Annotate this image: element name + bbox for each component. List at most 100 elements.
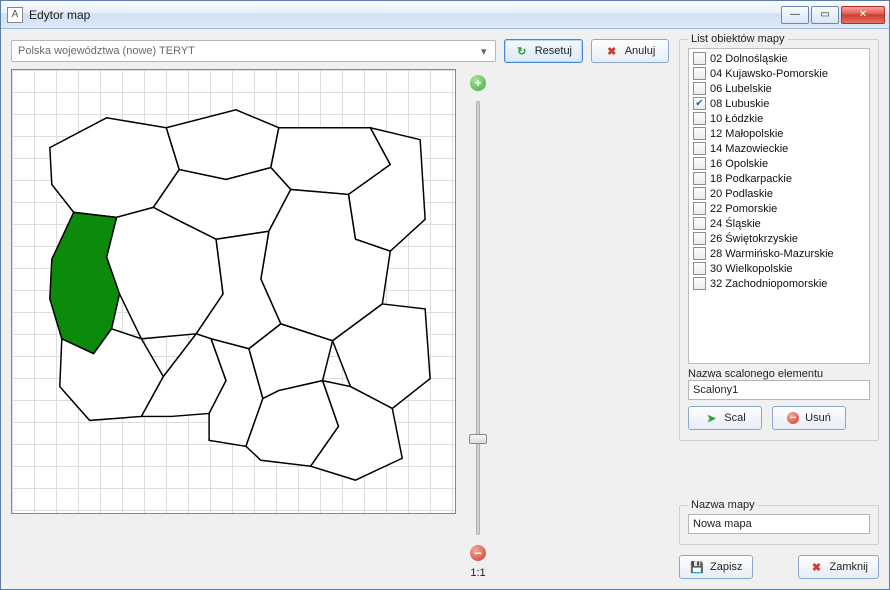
list-item[interactable]: 22 Pomorskie — [691, 201, 867, 216]
map-svg — [12, 70, 455, 513]
list-item-label: 22 Pomorskie — [710, 203, 777, 215]
zoom-out-button[interactable]: − — [470, 545, 486, 561]
checkbox[interactable] — [693, 187, 706, 200]
chevron-down-icon: ▾ — [477, 44, 491, 58]
checkbox[interactable] — [693, 202, 706, 215]
checkbox[interactable] — [693, 217, 706, 230]
app-icon: A — [7, 7, 23, 23]
list-item[interactable]: 28 Warmińsko-Mazurskie — [691, 246, 867, 261]
list-item-label: 06 Lubelskie — [710, 83, 772, 95]
list-item-label: 02 Dolnośląskie — [710, 53, 788, 65]
list-item-label: 08 Lubuskie — [710, 98, 769, 110]
merge-icon: ➤ — [704, 411, 718, 425]
list-item[interactable]: 06 Lubelskie — [691, 81, 867, 96]
map-name-groupbox: Nazwa mapy Nowa mapa — [679, 505, 879, 545]
zoom-column: + − 1:1 — [464, 69, 492, 579]
right-column: List obiektów mapy 02 Dolnośląskie04 Kuj… — [679, 39, 879, 579]
checkbox[interactable] — [693, 112, 706, 125]
zoom-slider-thumb[interactable] — [469, 434, 487, 444]
close-button[interactable]: ✖ Zamknij — [798, 555, 879, 579]
checkbox[interactable] — [693, 277, 706, 290]
titlebar: A Edytor map — ▭ ✕ — [1, 1, 889, 29]
list-item[interactable]: 26 Świętokrzyskie — [691, 231, 867, 246]
list-item-label: 04 Kujawsko-Pomorskie — [710, 68, 828, 80]
list-item[interactable]: 18 Podkarpackie — [691, 171, 867, 186]
checkbox[interactable] — [693, 247, 706, 260]
list-item[interactable]: 04 Kujawsko-Pomorskie — [691, 66, 867, 81]
merge-button-label: Scal — [724, 412, 745, 424]
maximize-icon: ▭ — [820, 9, 829, 20]
maximize-button[interactable]: ▭ — [811, 6, 839, 24]
checkbox[interactable] — [693, 232, 706, 245]
list-item-label: 24 Śląskie — [710, 218, 761, 230]
list-item[interactable]: 10 Łódzkie — [691, 111, 867, 126]
delete-button-label: Usuń — [805, 412, 831, 424]
minimize-icon: — — [790, 9, 800, 20]
save-button-label: Zapisz — [710, 561, 742, 573]
list-item-label: 10 Łódzkie — [710, 113, 763, 125]
list-item-label: 18 Podkarpackie — [710, 173, 792, 185]
map-source-value: Polska województwa (nowe) TERYT — [18, 45, 195, 57]
content-area: Polska województwa (nowe) TERYT ▾ ↻ Rese… — [1, 29, 889, 589]
save-icon: 💾 — [690, 560, 704, 574]
window-title: Edytor map — [29, 8, 781, 22]
cancel-button[interactable]: ✖ Anuluj — [591, 39, 669, 63]
checkbox[interactable]: ✔ — [693, 97, 706, 110]
delete-button[interactable]: − Usuń — [772, 406, 846, 430]
list-item[interactable]: ✔ 08 Lubuskie — [691, 96, 867, 111]
checkbox[interactable] — [693, 127, 706, 140]
left-column: Polska województwa (nowe) TERYT ▾ ↻ Rese… — [11, 39, 669, 579]
list-item-label: 32 Zachodniopomorskie — [710, 278, 827, 290]
close-button-icon: ✖ — [809, 560, 823, 574]
list-item[interactable]: 32 Zachodniopomorskie — [691, 276, 867, 291]
list-item-label: 20 Podlaskie — [710, 188, 773, 200]
reset-label: Resetuj — [535, 45, 572, 57]
map-name-input[interactable]: Nowa mapa — [688, 514, 870, 534]
checkbox[interactable] — [693, 142, 706, 155]
cancel-icon: ✖ — [605, 44, 619, 58]
list-item-label: 26 Świętokrzyskie — [710, 233, 798, 245]
list-item[interactable]: 16 Opolskie — [691, 156, 867, 171]
list-item-label: 28 Warmińsko-Mazurskie — [710, 248, 834, 260]
zoom-in-button[interactable]: + — [470, 75, 486, 91]
checkbox[interactable] — [693, 67, 706, 80]
close-button-label: Zamknij — [829, 561, 868, 573]
objects-groupbox: List obiektów mapy 02 Dolnośląskie04 Kuj… — [679, 39, 879, 441]
map-canvas[interactable] — [11, 69, 456, 514]
objects-checklist[interactable]: 02 Dolnośląskie 04 Kujawsko-Pomorskie 06 L… — [688, 48, 870, 364]
bottom-right-area: Nazwa mapy Nowa mapa 💾 Zapisz ✖ Zamknij — [679, 505, 879, 579]
list-item[interactable]: 30 Wielkopolskie — [691, 261, 867, 276]
zoom-slider[interactable] — [476, 101, 480, 535]
window-root: A Edytor map — ▭ ✕ Polska województwa (n… — [0, 0, 890, 590]
map-name-legend: Nazwa mapy — [688, 499, 758, 511]
checkbox[interactable] — [693, 52, 706, 65]
zoom-ratio-label: 1:1 — [470, 567, 485, 579]
reset-icon: ↻ — [515, 44, 529, 58]
reset-button[interactable]: ↻ Resetuj — [504, 39, 583, 63]
list-item-label: 16 Opolskie — [710, 158, 768, 170]
list-item[interactable]: 14 Mazowieckie — [691, 141, 867, 156]
merge-button[interactable]: ➤ Scal — [688, 406, 762, 430]
list-item[interactable]: 20 Podlaskie — [691, 186, 867, 201]
list-item-label: 30 Wielkopolskie — [710, 263, 793, 275]
list-item-label: 12 Małopolskie — [710, 128, 783, 140]
checkbox[interactable] — [693, 172, 706, 185]
cancel-label: Anuluj — [625, 45, 656, 57]
region-pomorskie[interactable] — [166, 110, 278, 180]
checkbox[interactable] — [693, 157, 706, 170]
save-button[interactable]: 💾 Zapisz — [679, 555, 753, 579]
close-window-button[interactable]: ✕ — [841, 6, 885, 24]
checkbox[interactable] — [693, 82, 706, 95]
checkbox[interactable] — [693, 262, 706, 275]
minimize-button[interactable]: — — [781, 6, 809, 24]
list-item[interactable]: 24 Śląskie — [691, 216, 867, 231]
merge-button-row: ➤ Scal − Usuń — [688, 406, 870, 430]
top-toolbar: Polska województwa (nowe) TERYT ▾ ↻ Rese… — [11, 39, 669, 63]
merge-name-input[interactable]: Scalony1 — [688, 380, 870, 400]
list-item[interactable]: 02 Dolnośląskie — [691, 51, 867, 66]
list-item-label: 14 Mazowieckie — [710, 143, 788, 155]
map-source-combo[interactable]: Polska województwa (nowe) TERYT ▾ — [11, 40, 496, 62]
merge-name-label: Nazwa scalonego elementu — [688, 368, 870, 380]
list-item[interactable]: 12 Małopolskie — [691, 126, 867, 141]
map-area: + − 1:1 — [11, 69, 669, 579]
